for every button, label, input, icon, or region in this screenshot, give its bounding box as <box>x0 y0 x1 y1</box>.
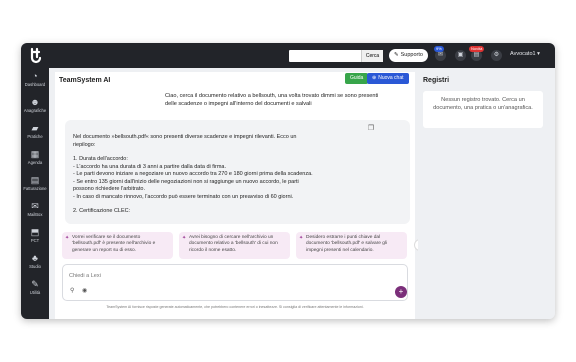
percentage-badge: 9% <box>434 46 444 52</box>
global-search: Cerca <box>289 50 383 62</box>
sidebar-item-pct[interactable]: ⬒ PCT <box>21 226 49 248</box>
empty-state: Nessun registro trovato. Cerca un docume… <box>423 91 543 128</box>
tools-icon: ✎ <box>31 279 39 289</box>
logo-mark <box>30 47 42 64</box>
sidebar-item-anagrafiche[interactable]: ☻ Anagrafiche <box>21 96 49 118</box>
suggestion-chip[interactable]: ✦ Desidero estrarre i punti chiave dal d… <box>296 232 407 259</box>
sparkle-icon: ✦ <box>65 235 70 241</box>
sparkle-icon: ✦ <box>182 235 187 241</box>
suggestions: ✦ Vorrei verificare se il documento 'bel… <box>62 232 407 259</box>
app-window: Cerca ✎ Supporto ✉ 9% ▣ ▤ Novità ⚙ Avvoc… <box>21 43 555 319</box>
support-button[interactable]: ✎ Supporto <box>389 49 428 62</box>
message-paragraph: Nel documento »bellsouth.pdf« sono prese… <box>73 134 297 148</box>
attachment-icon[interactable]: ⚲ <box>70 287 74 294</box>
mail-icon: ✉ <box>31 201 39 211</box>
sidebar-item-label: Dashboard <box>24 82 46 87</box>
studio-icon: ♣ <box>32 253 38 263</box>
dashboard-icon: ◔ <box>32 71 38 81</box>
sidebar-item-label: Pratiche <box>27 134 43 139</box>
send-button[interactable]: + <box>395 286 407 298</box>
sidebar-item-fatturazione[interactable]: ▤ Fatturazione <box>21 174 49 196</box>
panel-title: Registri <box>423 77 450 84</box>
chevron-down-icon: ▾ <box>537 51 540 57</box>
message-paragraph: 2. Certificazione CLEC: <box>73 208 131 214</box>
suggestion-chip[interactable]: ✦ Vorrei verificare se il documento 'bel… <box>62 232 173 259</box>
chat-input[interactable] <box>69 271 369 280</box>
news-badge: Novità <box>469 46 485 52</box>
sidebar-item-utilita[interactable]: ✎ Utilità <box>21 278 49 300</box>
guide-button[interactable]: Guida <box>345 73 369 84</box>
new-chat-label: Nuova chat <box>378 75 404 81</box>
calendar-icon: ▦ <box>30 149 40 159</box>
search-input[interactable] <box>289 50 361 62</box>
chat-composer: ⚲ ◉ + <box>62 264 408 301</box>
pencil-icon: ✎ <box>394 52 399 58</box>
search-button[interactable]: Cerca <box>361 50 383 62</box>
sidebar-item-label: Utilità <box>29 290 41 295</box>
messages-icon[interactable]: ▣ <box>455 50 466 61</box>
message-paragraph: 1. Durata dell'accordo: - L'accordo ha u… <box>73 156 313 200</box>
user-menu[interactable]: Avvocato1 ▾ <box>510 51 540 57</box>
panel-title: TeamSystem AI <box>59 77 111 84</box>
suggestion-text: Desidero estrarre i punti chiave dal doc… <box>306 235 388 253</box>
teamsystem-logo[interactable] <box>28 47 44 64</box>
ai-disclaimer: TeamSystem AI fornisce risposte generate… <box>106 305 364 309</box>
sparkle-icon: ✦ <box>299 235 304 241</box>
registri-panel: Registri Nessun registro trovato. Cerca … <box>418 72 555 319</box>
sidebar-item-studio[interactable]: ♣ Studio <box>21 252 49 274</box>
sidebar-item-label: Agenda <box>27 160 43 165</box>
sidebar-item-label: MailBox <box>27 212 43 217</box>
folder-icon: ▰ <box>31 123 39 133</box>
assistant-message-text: Nel documento »bellsouth.pdf« sono prese… <box>73 134 313 223</box>
sidebar-item-dashboard[interactable]: ◔ Dashboard <box>21 70 49 92</box>
sidebar-item-label: Anagrafiche <box>23 108 47 113</box>
support-label: Supporto <box>400 52 423 58</box>
sidebar-item-label: Studio <box>29 264 41 269</box>
suggestion-text: Avrei bisogno di cercare nell'archivio u… <box>189 235 278 253</box>
globe-icon[interactable]: ◉ <box>82 287 87 294</box>
copy-icon[interactable]: ❐ <box>365 124 377 134</box>
suggestion-chip[interactable]: ✦ Avrei bisogno di cercare nell'archivio… <box>179 232 290 259</box>
new-chat-button[interactable]: ⊕ Nuova chat <box>367 73 409 84</box>
plus-circle-icon: ⊕ <box>372 75 377 81</box>
sidebar-item-mailbox[interactable]: ✉ MailBox <box>21 200 49 222</box>
sidebar-item-label: Fatturazione <box>23 186 47 191</box>
ai-chat-panel: TeamSystem AI Guida ⊕ Nuova chat Ciao, c… <box>55 72 426 319</box>
sidebar-item-label: PCT <box>30 238 40 243</box>
sidebar: ◔ Dashboard ☻ Anagrafiche ▰ Pratiche ▦ A… <box>21 68 49 319</box>
user-message: Ciao, cerca il documento relativo a bell… <box>165 93 379 107</box>
settings-icon[interactable]: ⚙ <box>491 50 502 61</box>
sidebar-item-pratiche[interactable]: ▰ Pratiche <box>21 122 49 144</box>
assistant-message: Nel documento »bellsouth.pdf« sono prese… <box>65 120 410 224</box>
suggestion-text: Vorrei verificare se il documento 'bells… <box>72 235 156 253</box>
sidebar-item-agenda[interactable]: ▦ Agenda <box>21 148 49 170</box>
top-bar: Cerca ✎ Supporto ✉ 9% ▣ ▤ Novità ⚙ Avvoc… <box>21 43 555 68</box>
pct-icon: ⬒ <box>30 227 40 237</box>
people-icon: ☻ <box>30 97 40 107</box>
invoice-icon: ▤ <box>30 175 40 185</box>
user-name: Avvocato1 <box>510 51 536 57</box>
